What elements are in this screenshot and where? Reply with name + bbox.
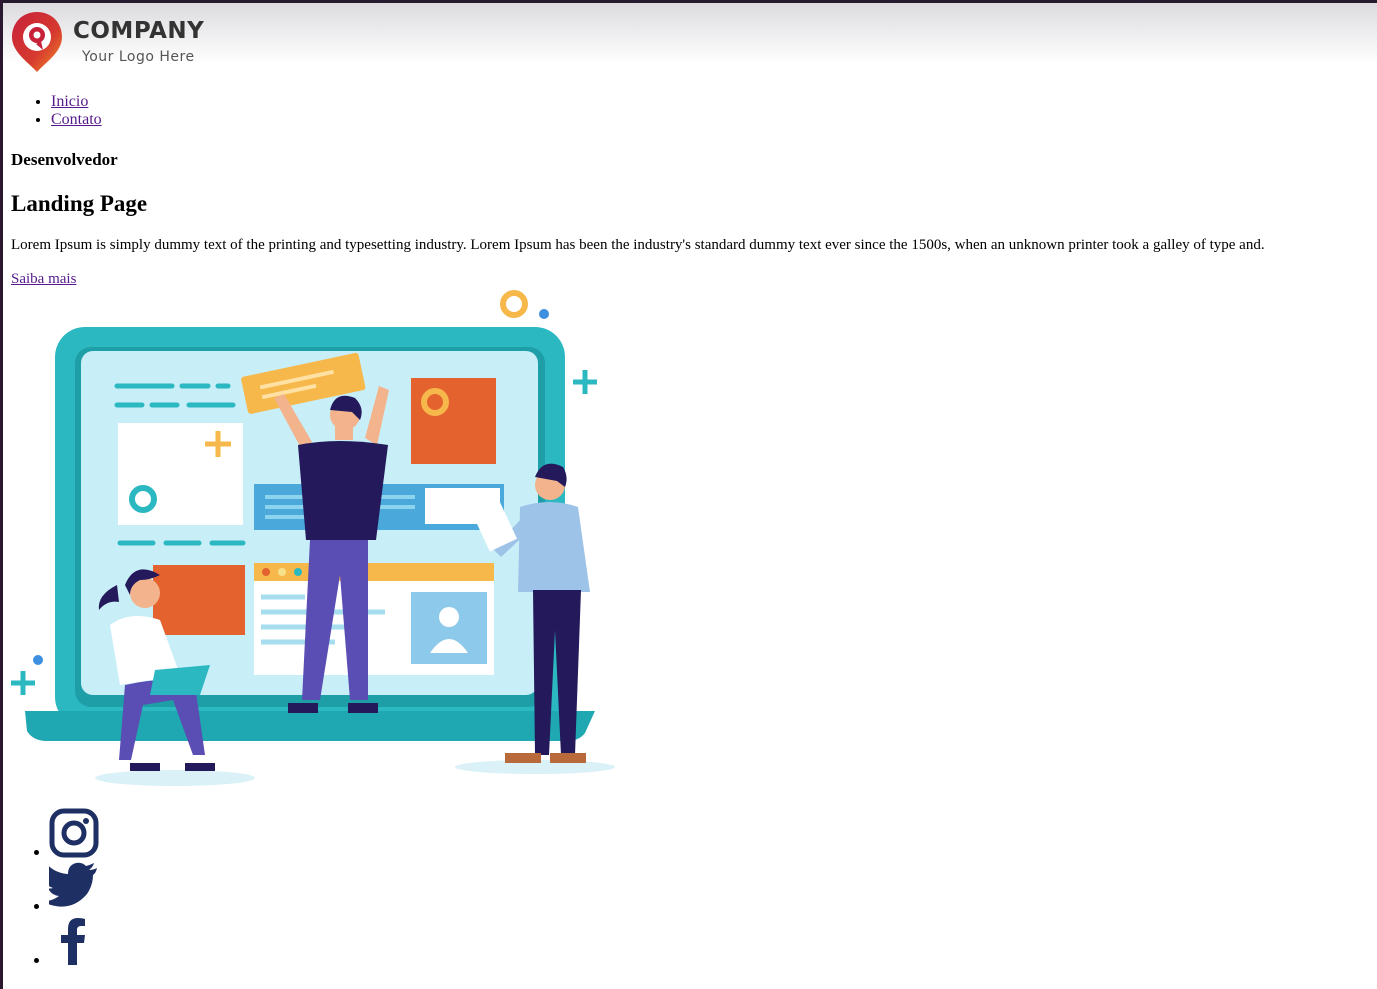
nav-link-contato[interactable]: Contato (51, 111, 102, 128)
logo-tagline: Your Logo Here (82, 49, 195, 65)
hero-illustration (11, 290, 615, 786)
list-bullet (34, 904, 39, 909)
nav-item-inicio: Inicio (51, 93, 102, 111)
logo-wordmark: COMPANY (73, 18, 205, 44)
page-title: Landing Page (11, 191, 148, 216)
instagram-icon[interactable] (49, 808, 99, 863)
company-logo[interactable]: COMPANY Your Logo Here (10, 10, 220, 74)
window-left-border (0, 0, 3, 989)
role-heading: Desenvolvedor (11, 150, 118, 169)
list-bullet (34, 850, 39, 855)
twitter-icon[interactable] (41, 862, 99, 913)
logo-pin-icon (12, 12, 62, 72)
nav-link-inicio[interactable]: Inicio (51, 93, 88, 110)
nav-item-contato: Contato (51, 111, 102, 129)
facebook-icon[interactable] (49, 916, 99, 971)
main-nav: Inicio Contato (11, 93, 102, 129)
hero-description: Lorem Ipsum is simply dummy text of the … (11, 237, 1265, 253)
list-bullet (34, 958, 39, 963)
